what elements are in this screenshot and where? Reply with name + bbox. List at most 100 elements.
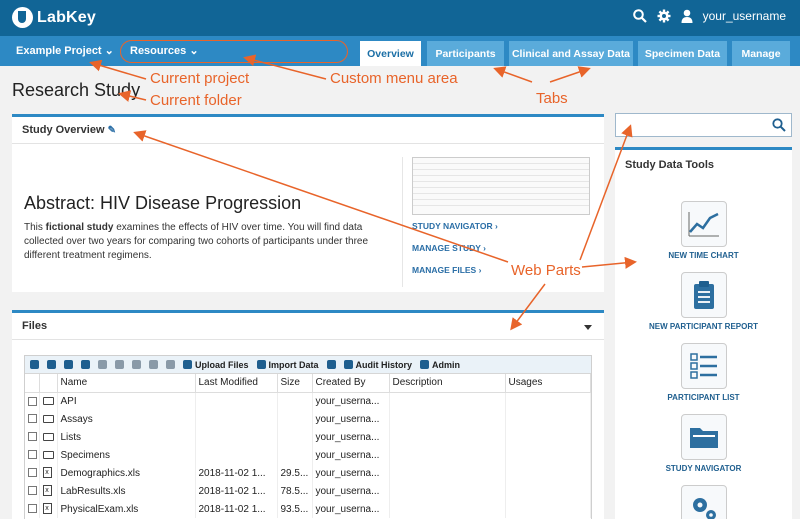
- study-overview-title: Study Overview ✎: [12, 117, 604, 144]
- file-description: [389, 410, 506, 428]
- pencil-icon[interactable]: ✎: [108, 125, 116, 136]
- file-created-by: your_userna...: [312, 464, 390, 482]
- file-name[interactable]: Lists: [57, 428, 196, 446]
- upload-icon: [183, 360, 192, 369]
- manage-files-link[interactable]: MANAGE FILES ›: [412, 265, 498, 275]
- col-last-modified[interactable]: Last Modified: [195, 374, 278, 393]
- import-data-button[interactable]: Import Data: [256, 360, 319, 370]
- tab-participants[interactable]: Participants: [427, 41, 504, 66]
- manage-study-link[interactable]: MANAGE STUDY ›: [412, 243, 498, 253]
- file-name[interactable]: PhysicalExam.xls: [57, 500, 196, 518]
- folder-icon: [680, 414, 727, 460]
- admin-button[interactable]: Admin: [420, 360, 460, 370]
- download-icon[interactable]: [98, 360, 107, 369]
- row-checkbox[interactable]: [28, 504, 37, 514]
- caret-down-icon[interactable]: [584, 325, 592, 330]
- row-checkbox[interactable]: [28, 468, 37, 478]
- users-icon: [343, 360, 353, 369]
- study-overview-title-text: Study Overview: [22, 124, 105, 136]
- select-column[interactable]: [25, 374, 40, 393]
- file-created-by: your_userna...: [312, 500, 390, 518]
- file-modified: [195, 410, 278, 428]
- col-name[interactable]: Name: [57, 374, 196, 393]
- manage-tool[interactable]: [615, 485, 792, 519]
- col-size[interactable]: Size: [277, 374, 313, 393]
- file-created-by: your_userna...: [312, 392, 390, 410]
- file-row[interactable]: x LabResults.xls 2018-11-02 1... 78.5... you…: [25, 482, 591, 500]
- new-time-chart-tool[interactable]: NEW TIME CHART: [615, 201, 792, 260]
- file-name[interactable]: Assays: [57, 410, 196, 428]
- file-row[interactable]: API your_userna...: [25, 392, 591, 410]
- search-icon[interactable]: [772, 118, 786, 137]
- folder-icon: [42, 397, 54, 406]
- participant-list-tool[interactable]: PARTICIPANT LIST: [615, 343, 792, 402]
- file-browser: Upload Files Import Data Audit History A…: [24, 355, 592, 519]
- col-description[interactable]: Description: [389, 374, 506, 393]
- study-navigator-link[interactable]: STUDY NAVIGATOR ›: [412, 221, 498, 231]
- tab-manage[interactable]: Manage: [732, 41, 790, 66]
- row-checkbox[interactable]: [28, 414, 37, 424]
- wrench-icon[interactable]: [166, 360, 175, 369]
- labkey-logo[interactable]: LabKey: [12, 7, 96, 28]
- refresh-icon[interactable]: [64, 360, 73, 369]
- file-row[interactable]: x Demographics.xls 2018-11-02 1... 29.5... y…: [25, 464, 591, 482]
- page-title: Research Study: [12, 80, 141, 100]
- file-row[interactable]: Specimens your_userna...: [25, 446, 591, 464]
- row-checkbox[interactable]: [28, 486, 37, 496]
- abstract-text: This fictional study examines the effect…: [24, 222, 369, 261]
- study-navigator-thumbnail[interactable]: [412, 157, 590, 215]
- clipboard-icon: [680, 272, 727, 318]
- study-navigator-tool[interactable]: STUDY NAVIGATOR: [615, 414, 792, 473]
- row-checkbox[interactable]: [28, 432, 37, 442]
- row-checkbox[interactable]: [28, 450, 37, 460]
- file-modified: 2018-11-02 1...: [195, 482, 278, 500]
- tree-icon[interactable]: [30, 360, 39, 369]
- file-grid: Name Last Modified Size Created By Descr…: [25, 374, 591, 518]
- delete-icon[interactable]: [115, 360, 124, 369]
- file-size: [277, 410, 313, 428]
- file-row[interactable]: Lists your_userna...: [25, 428, 591, 446]
- col-usages[interactable]: Usages: [505, 374, 591, 393]
- logo-text: LabKey: [37, 8, 96, 26]
- project-menu[interactable]: Example Project ⌄: [16, 44, 114, 57]
- file-name[interactable]: LabResults.xls: [57, 482, 196, 500]
- annotation-tabs: Tabs: [536, 90, 568, 107]
- search-input[interactable]: [615, 113, 792, 137]
- upload-files-button[interactable]: Upload Files: [183, 360, 249, 370]
- file-created-by: your_userna...: [312, 482, 390, 500]
- file-name[interactable]: API: [57, 392, 196, 410]
- move-icon[interactable]: [149, 360, 158, 369]
- col-created-by[interactable]: Created By: [312, 374, 390, 393]
- file-row[interactable]: Assays your_userna...: [25, 410, 591, 428]
- file-size: [277, 446, 313, 464]
- up-arrow-icon[interactable]: [47, 360, 56, 369]
- file-name[interactable]: Specimens: [57, 446, 196, 464]
- file-size: 29.5...: [277, 464, 313, 482]
- rename-icon[interactable]: [132, 360, 141, 369]
- file-row[interactable]: x PhysicalExam.xls 2018-11-02 1... 93.5... y…: [25, 500, 591, 518]
- email-icon[interactable]: [326, 360, 336, 369]
- search-icon[interactable]: [632, 9, 647, 23]
- audit-history-button[interactable]: Audit History: [343, 360, 412, 370]
- tab-overview[interactable]: Overview: [360, 41, 421, 66]
- new-time-chart-label: NEW TIME CHART: [668, 251, 739, 260]
- folder-icon: [42, 414, 54, 423]
- file-name[interactable]: Demographics.xls: [57, 464, 196, 482]
- tab-specimen-data[interactable]: Specimen Data: [638, 41, 727, 66]
- user-icon[interactable]: [681, 9, 693, 23]
- logo-icon: [12, 7, 33, 28]
- file-usages: [505, 464, 591, 482]
- new-folder-icon[interactable]: [81, 360, 90, 369]
- study-data-tools-title: Study Data Tools: [625, 159, 715, 171]
- annotation-current-project: Current project: [150, 70, 250, 87]
- tab-clinical-assay-data[interactable]: Clinical and Assay Data: [509, 41, 633, 66]
- username[interactable]: your_username: [703, 9, 786, 23]
- row-checkbox[interactable]: [28, 396, 37, 406]
- new-participant-report-tool[interactable]: NEW PARTICIPANT REPORT: [615, 272, 792, 331]
- folder-icon: [42, 450, 54, 459]
- gear-icon[interactable]: [657, 9, 671, 23]
- gears-icon: [680, 485, 727, 519]
- chevron-down-icon: ⌄: [104, 45, 114, 57]
- file-usages: [505, 392, 591, 410]
- file-description: [389, 392, 506, 410]
